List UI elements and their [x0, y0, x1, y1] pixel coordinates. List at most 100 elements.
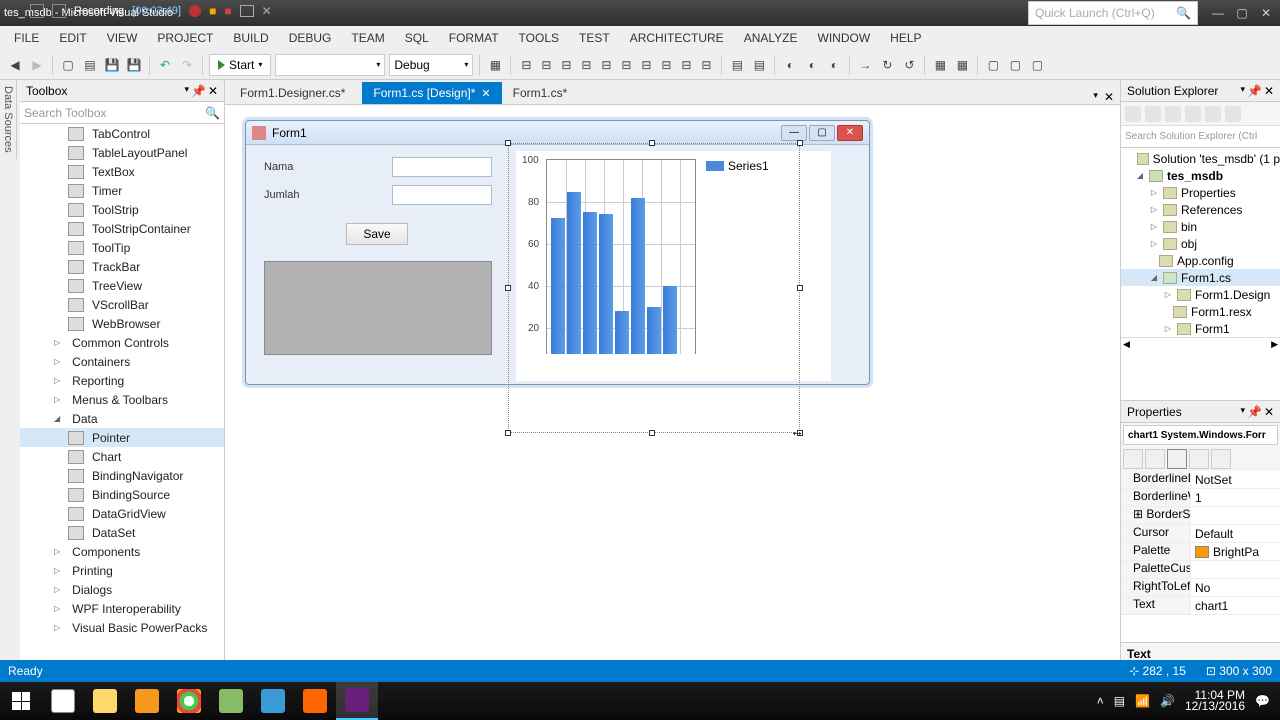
properties-icon[interactable]	[1167, 449, 1187, 469]
toolbox-group[interactable]: Components	[20, 542, 224, 561]
system-tray[interactable]: ˄ ▤ 📶 🔊 11:04 PM 12/13/2016 💬	[1097, 690, 1280, 712]
align-icon[interactable]: ⊟	[517, 56, 535, 74]
xampp-icon[interactable]	[294, 682, 336, 720]
misc-icon[interactable]	[1211, 449, 1231, 469]
tree-node-form[interactable]: Form1.cs	[1181, 271, 1231, 285]
toolbox-item[interactable]: ToolStripContainer	[20, 219, 224, 238]
menu-edit[interactable]: EDIT	[51, 28, 94, 48]
maximize-icon[interactable]: ▢	[1232, 6, 1252, 20]
toolbox-group[interactable]: Data	[20, 409, 224, 428]
property-row[interactable]: RightToLeftNo	[1121, 579, 1280, 597]
save-button[interactable]: Save	[346, 223, 408, 245]
volume-icon[interactable]: 🔊	[1160, 694, 1175, 708]
tool-icon[interactable]	[1205, 106, 1221, 122]
tab-form-design[interactable]: Form1.cs [Design]*✕	[362, 82, 501, 104]
close-icon[interactable]: ✕	[208, 84, 218, 98]
tray-chevron-icon[interactable]: ˄	[1097, 694, 1104, 708]
misc-icon[interactable]: ▦	[953, 56, 971, 74]
misc-icon[interactable]: ◐	[803, 56, 821, 74]
misc-icon[interactable]: ▢	[984, 56, 1002, 74]
tree-root[interactable]: Solution 'tes_msdb' (1 p	[1153, 152, 1280, 166]
menu-help[interactable]: HELP	[882, 28, 929, 48]
new-icon[interactable]: ▢	[59, 56, 77, 74]
align-icon[interactable]: ⊟	[697, 56, 715, 74]
menu-test[interactable]: TEST	[571, 28, 618, 48]
property-value[interactable]: 1	[1191, 489, 1280, 506]
menu-build[interactable]: BUILD	[225, 28, 276, 48]
align-icon[interactable]: ⊟	[637, 56, 655, 74]
network-icon[interactable]: 📶	[1135, 694, 1150, 708]
menu-window[interactable]: WINDOW	[810, 28, 879, 48]
minimize-icon[interactable]: —	[1208, 6, 1228, 20]
toolbox-item[interactable]: TrackBar	[20, 257, 224, 276]
pin-icon[interactable]: 📌	[191, 84, 206, 98]
property-row[interactable]: Textchart1	[1121, 597, 1280, 615]
misc-icon[interactable]: ◐	[825, 56, 843, 74]
pin-icon[interactable]: 📌	[1247, 84, 1262, 98]
stop-icon[interactable]: ■	[224, 4, 231, 18]
menu-project[interactable]: PROJECT	[149, 28, 221, 48]
misc-icon[interactable]: ▢	[1028, 56, 1046, 74]
toolbox-item[interactable]: Chart	[20, 447, 224, 466]
misc-icon[interactable]: ▢	[1006, 56, 1024, 74]
misc-icon[interactable]: ↻	[878, 56, 896, 74]
close-icon[interactable]: ✕	[1264, 84, 1274, 98]
toolbox-item[interactable]: BindingSource	[20, 485, 224, 504]
menu-analyze[interactable]: ANALYZE	[736, 28, 806, 48]
toolbox-item[interactable]: TableLayoutPanel	[20, 143, 224, 162]
menu-view[interactable]: VIEW	[99, 28, 146, 48]
toolbox-item[interactable]: BindingNavigator	[20, 466, 224, 485]
menu-team[interactable]: TEAM	[343, 28, 392, 48]
refresh-icon[interactable]	[1145, 106, 1161, 122]
property-value[interactable]	[1191, 561, 1280, 578]
align-icon[interactable]: ⊟	[577, 56, 595, 74]
toolbox-group[interactable]: Visual Basic PowerPacks	[20, 618, 224, 637]
events-icon[interactable]	[1189, 449, 1209, 469]
property-value[interactable]: No	[1191, 579, 1280, 596]
property-value[interactable]: NotSet	[1191, 471, 1280, 488]
tree-node[interactable]: App.config	[1177, 254, 1234, 268]
menu-file[interactable]: FILE	[6, 28, 47, 48]
tool-icon[interactable]	[1165, 106, 1181, 122]
menu-tools[interactable]: TOOLS	[511, 28, 567, 48]
misc-icon[interactable]: →	[856, 56, 874, 74]
property-value[interactable]: Default	[1191, 525, 1280, 542]
misc-icon[interactable]: ↺	[900, 56, 918, 74]
save-icon[interactable]: 💾	[103, 56, 121, 74]
dropdown-icon[interactable]: ▾	[1240, 84, 1245, 98]
misc-icon[interactable]: ◐	[781, 56, 799, 74]
rec-icon2[interactable]	[52, 4, 66, 18]
tree-node[interactable]: obj	[1181, 237, 1197, 251]
toolbox-item[interactable]: WebBrowser	[20, 314, 224, 333]
toolbox-item[interactable]: Pointer	[20, 428, 224, 447]
property-row[interactable]: ⊞ BorderSkin	[1121, 507, 1280, 525]
pause-icon[interactable]: ■	[209, 4, 216, 18]
toolbox-item[interactable]: Timer	[20, 181, 224, 200]
toolbox-group[interactable]: WPF Interoperability	[20, 599, 224, 618]
property-row[interactable]: BorderlineW1	[1121, 489, 1280, 507]
nama-field[interactable]	[392, 157, 492, 177]
nav-fwd-icon[interactable]: ▶	[28, 56, 46, 74]
toolbox-item[interactable]: TextBox	[20, 162, 224, 181]
action-center-icon[interactable]: ▤	[1114, 694, 1125, 708]
home-icon[interactable]	[1125, 106, 1141, 122]
toolbox-item[interactable]: DataSet	[20, 523, 224, 542]
taskview-icon[interactable]	[42, 682, 84, 720]
menu-format[interactable]: FORMAT	[441, 28, 507, 48]
property-row[interactable]: PaletteBrightPa	[1121, 543, 1280, 561]
property-row[interactable]: BorderlineDaNotSet	[1121, 471, 1280, 489]
menu-debug[interactable]: DEBUG	[281, 28, 340, 48]
tree-node[interactable]: Form1.Design	[1195, 288, 1270, 302]
property-value[interactable]	[1191, 507, 1280, 524]
jumlah-field[interactable]	[392, 185, 492, 205]
align-icon[interactable]: ⊟	[537, 56, 555, 74]
close-all-icon[interactable]: ✕	[1104, 90, 1114, 104]
npp-icon[interactable]	[210, 682, 252, 720]
redo-icon[interactable]: ↷	[178, 56, 196, 74]
clock-date[interactable]: 12/13/2016	[1185, 701, 1245, 712]
align-icon[interactable]: ⊟	[557, 56, 575, 74]
alphabetical-icon[interactable]	[1145, 449, 1165, 469]
categorized-icon[interactable]	[1123, 449, 1143, 469]
quick-launch-input[interactable]: Quick Launch (Ctrl+Q) 🔍	[1028, 1, 1198, 25]
align-icon[interactable]: ⊟	[617, 56, 635, 74]
